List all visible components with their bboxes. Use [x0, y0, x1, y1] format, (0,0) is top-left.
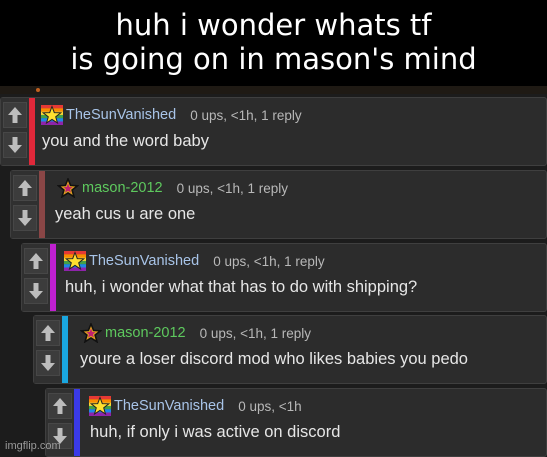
imgflip-watermark: imgflip.com	[5, 440, 61, 452]
vote-column	[22, 244, 50, 311]
dark-star-avatar-icon	[57, 178, 79, 198]
username-link[interactable]: TheSunVanished	[66, 107, 176, 123]
comment-stripe	[50, 244, 56, 311]
comment-info: 0 ups, <1h	[238, 398, 302, 414]
comment-stripe	[74, 389, 80, 456]
comment-text: huh, i wonder what that has to do with s…	[65, 278, 418, 296]
arrow-up-icon	[8, 107, 22, 123]
upvote-button[interactable]	[3, 102, 27, 128]
comment-3: TheSunVanished 0 ups, <1h, 1 reply huh, …	[21, 243, 547, 312]
rainbow-star-avatar-icon	[41, 105, 63, 125]
arrow-up-icon	[29, 253, 43, 269]
arrow-down-icon	[29, 283, 43, 299]
comment-1: TheSunVanished 0 ups, <1h, 1 reply you a…	[0, 97, 547, 166]
meme-caption: huh i wonder whats tf is going on in mas…	[0, 8, 547, 76]
downvote-button[interactable]	[13, 205, 37, 231]
upvote-button[interactable]	[13, 175, 37, 201]
vote-column	[11, 171, 39, 238]
downvote-button[interactable]	[3, 132, 27, 158]
comment-text: yeah cus u are one	[55, 205, 196, 223]
upvote-button[interactable]	[24, 248, 48, 274]
comment-text: you and the word baby	[42, 132, 209, 150]
comment-info: 0 ups, <1h, 1 reply	[213, 253, 325, 269]
comment-meta: mason-2012 0 ups, <1h, 1 reply	[80, 323, 311, 343]
header-dot	[36, 88, 40, 92]
comment-stripe	[29, 98, 35, 165]
comment-info: 0 ups, <1h, 1 reply	[199, 325, 312, 341]
rainbow-star-avatar-icon	[64, 251, 86, 271]
username-link[interactable]: mason-2012	[82, 180, 163, 196]
comment-stripe	[39, 171, 45, 238]
downvote-button[interactable]	[24, 278, 48, 304]
downvote-button[interactable]	[36, 350, 60, 376]
comment-4: mason-2012 0 ups, <1h, 1 reply youre a l…	[33, 315, 547, 384]
dark-star-avatar-icon	[80, 323, 102, 343]
vote-column	[34, 316, 62, 383]
comment-stripe	[62, 316, 68, 383]
username-link[interactable]: TheSunVanished	[114, 398, 224, 414]
header-strip	[0, 86, 547, 94]
arrow-up-icon	[18, 180, 32, 196]
caption-line-1: huh i wonder whats tf	[115, 8, 432, 42]
comment-info: 0 ups, <1h, 1 reply	[190, 107, 302, 123]
arrow-up-icon	[53, 398, 67, 414]
username-link[interactable]: mason-2012	[105, 325, 186, 341]
caption-line-2: is going on in mason's mind	[70, 42, 477, 76]
comment-meta: mason-2012 0 ups, <1h, 1 reply	[57, 178, 288, 198]
comment-meta: TheSunVanished 0 ups, <1h, 1 reply	[41, 105, 302, 125]
rainbow-star-avatar-icon	[89, 396, 111, 416]
username-link[interactable]: TheSunVanished	[89, 253, 199, 269]
comment-5: TheSunVanished 0 ups, <1h huh, if only i…	[45, 388, 547, 457]
upvote-button[interactable]	[48, 393, 72, 419]
comment-text: youre a loser discord mod who likes babi…	[80, 350, 468, 368]
comment-meta: TheSunVanished 0 ups, <1h, 1 reply	[64, 251, 325, 271]
comment-text: huh, if only i was active on discord	[90, 423, 341, 441]
arrow-up-icon	[41, 325, 55, 341]
arrow-down-icon	[41, 355, 55, 371]
vote-column	[1, 98, 29, 165]
comment-meta: TheSunVanished 0 ups, <1h	[89, 396, 302, 416]
arrow-down-icon	[18, 210, 32, 226]
upvote-button[interactable]	[36, 320, 60, 346]
comment-2: mason-2012 0 ups, <1h, 1 reply yeah cus …	[10, 170, 547, 239]
arrow-down-icon	[8, 137, 22, 153]
comment-info: 0 ups, <1h, 1 reply	[176, 180, 289, 196]
